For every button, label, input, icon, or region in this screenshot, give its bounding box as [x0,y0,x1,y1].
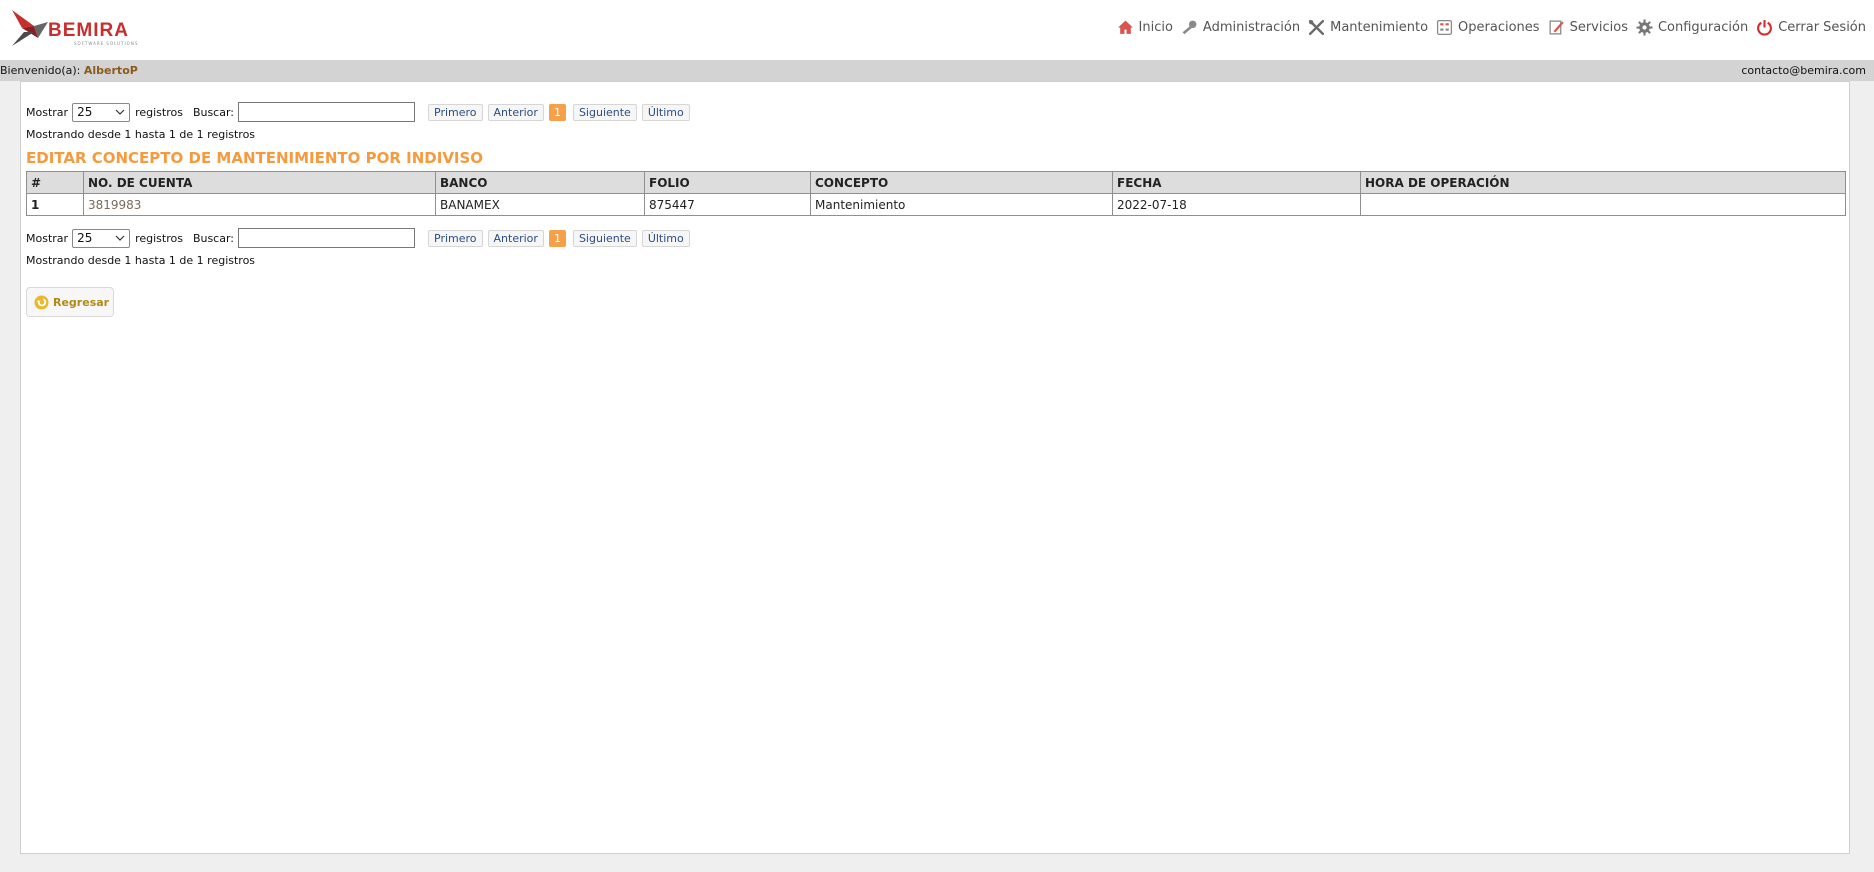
column-header[interactable]: # [26,171,84,194]
calculator-icon [1437,19,1453,35]
first-page-button[interactable]: Primero [428,103,483,121]
nav-administracion[interactable]: Administración [1181,19,1300,36]
back-button[interactable]: Regresar [26,287,114,317]
tools-icon [1309,19,1325,35]
nav-cerrar-sesion[interactable]: Cerrar Sesión [1756,19,1866,36]
page-size-value: 25 [77,105,93,119]
pagination: Primero Anterior 1 Siguiente Último [428,229,695,247]
welcome-bar: Bienvenido(a): AlbertoP contacto@bemira.… [0,60,1874,81]
nav-operaciones-label: Operaciones [1458,19,1540,35]
nav-configuracion-label: Configuración [1657,19,1749,35]
nav-mantenimiento-label: Mantenimiento [1330,19,1429,35]
power-icon [1757,19,1773,36]
account-link[interactable]: 3819983 [83,193,436,216]
column-header[interactable]: CONCEPTO [810,171,1113,194]
last-page-button[interactable]: Último [641,103,690,121]
logo-text: BEMIRA [48,20,129,41]
table-cell: 1 [26,193,84,216]
gear-icon [1636,19,1653,35]
app-header: BEMIRA SOFTWARE SOLUTIONS Inicio Adminis… [0,0,1874,60]
previous-page-button[interactable]: Anterior [487,229,544,247]
table-cell: BANAMEX [435,193,645,216]
table-row: 1 3819983 BANAMEX 875447 Mantenimiento 2… [26,193,1846,216]
page-size-value: 25 [77,231,93,245]
back-button-label: Regresar [53,295,110,309]
last-page-button[interactable]: Último [641,229,690,247]
welcome-message: Bienvenido(a): AlbertoP [0,64,138,77]
data-table: # NO. DE CUENTA BANCO FOLIO CONCEPTO FEC… [26,171,1846,216]
nav-configuracion[interactable]: Configuración [1636,19,1748,36]
nav-administracion-label: Administración [1202,19,1301,35]
table-header-row: # NO. DE CUENTA BANCO FOLIO CONCEPTO FEC… [26,171,1846,194]
search-label: Buscar: [192,231,235,245]
search-input[interactable] [238,228,416,248]
column-header[interactable]: HORA DE OPERACIÓN [1360,171,1846,194]
nav-servicios-label: Servicios [1569,19,1628,35]
nav-mantenimiento[interactable]: Mantenimiento [1308,19,1428,36]
top-navigation: Inicio Administración Mantenimiento Oper… [1109,17,1866,37]
bemira-logo[interactable]: BEMIRA SOFTWARE SOLUTIONS [10,8,140,50]
column-header[interactable]: BANCO [435,171,645,194]
search-input[interactable] [238,102,416,122]
table-cell: Mantenimiento [810,193,1113,216]
nav-inicio[interactable]: Inicio [1117,19,1173,36]
show-label: Mostrar [26,105,69,119]
logo-mark-icon [12,10,48,46]
home-icon [1117,20,1133,34]
logo-subtext: SOFTWARE SOLUTIONS [74,41,139,46]
first-page-button[interactable]: Primero [428,229,483,247]
pagination: Primero Anterior 1 Siguiente Último [428,103,695,121]
records-info-top: Mostrando desde 1 hasta 1 de 1 registros [26,128,256,141]
current-page-button[interactable]: 1 [548,103,566,121]
table-controls-bottom: Mostrar 25 registros Buscar: Primero Ant… [26,227,695,249]
page-title: EDITAR CONCEPTO DE MANTENIMIENTO POR IND… [26,149,484,167]
nav-servicios[interactable]: Servicios [1548,19,1628,36]
column-header[interactable]: FOLIO [644,171,811,194]
nav-operaciones[interactable]: Operaciones [1436,19,1540,36]
chevron-down-icon [115,235,125,241]
page-size-select[interactable]: 25 [72,102,131,122]
records-info-bottom: Mostrando desde 1 hasta 1 de 1 registros [26,254,256,267]
back-arrow-icon [34,294,49,310]
table-cell: 2022-07-18 [1112,193,1361,216]
current-page-button[interactable]: 1 [548,229,566,247]
records-label: registros [135,105,183,119]
edit-document-icon [1549,19,1564,35]
previous-page-button[interactable]: Anterior [487,103,544,121]
chevron-down-icon [115,109,125,115]
records-label: registros [135,231,183,245]
key-icon [1182,20,1197,34]
show-label: Mostrar [26,231,69,245]
content-panel: Mostrar 25 registros Buscar: Primero Ant… [20,81,1850,854]
contact-email[interactable]: contacto@bemira.com [1741,64,1866,77]
table-cell [1360,193,1846,216]
next-page-button[interactable]: Siguiente [572,229,637,247]
next-page-button[interactable]: Siguiente [572,103,637,121]
welcome-prefix: Bienvenido(a): [0,64,81,77]
table-controls-top: Mostrar 25 registros Buscar: Primero Ant… [26,101,695,123]
column-header[interactable]: FECHA [1112,171,1361,194]
table-cell: 875447 [644,193,811,216]
nav-inicio-label: Inicio [1138,19,1173,35]
welcome-username: AlbertoP [83,64,138,77]
page-size-select[interactable]: 25 [72,228,131,248]
column-header[interactable]: NO. DE CUENTA [83,171,436,194]
search-label: Buscar: [192,105,235,119]
nav-cerrar-sesion-label: Cerrar Sesión [1778,19,1866,35]
